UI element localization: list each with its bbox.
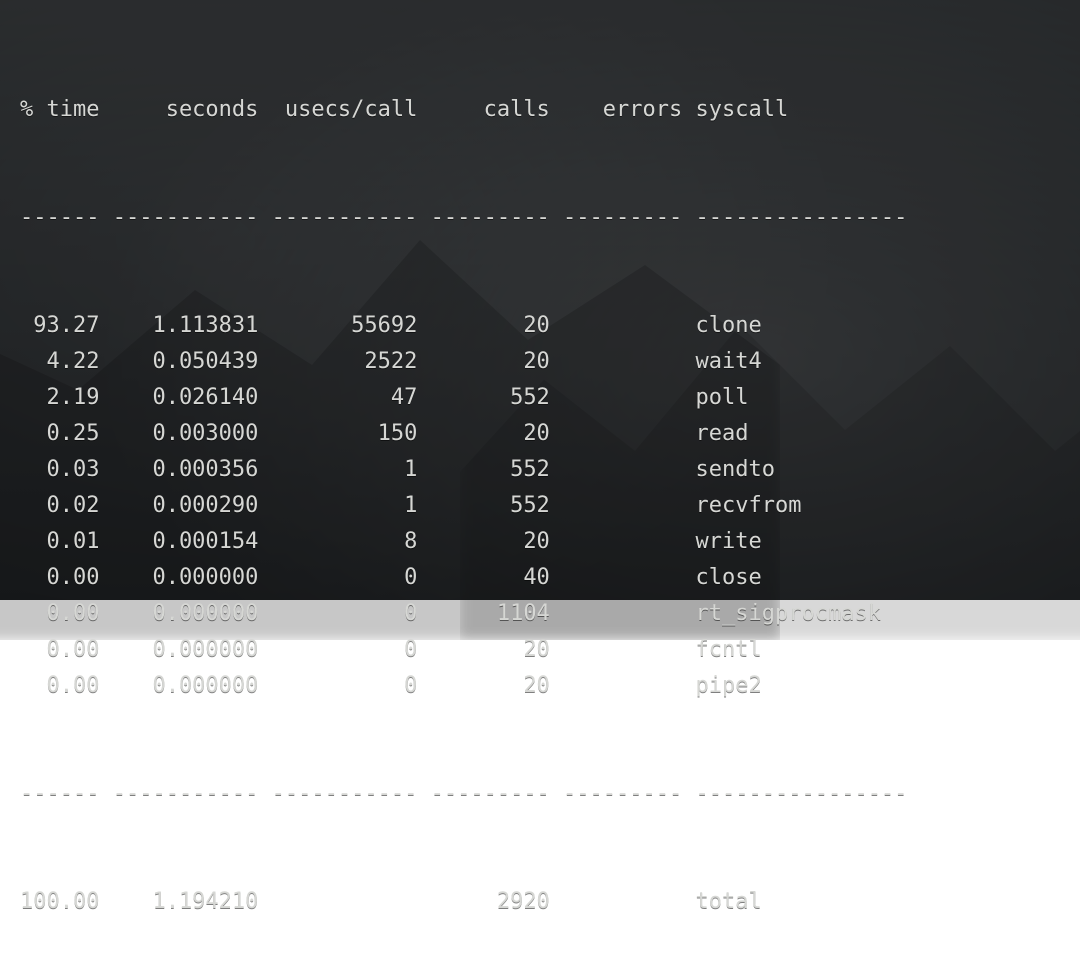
table-row: 0.00 0.000000 0 1104 rt_sigprocmask bbox=[20, 596, 1080, 632]
table-row: 93.27 1.113831 55692 20 clone bbox=[20, 308, 1080, 344]
table-rule-top: ------ ----------- ----------- ---------… bbox=[20, 200, 1080, 236]
table-row: 2.19 0.026140 47 552 poll bbox=[20, 380, 1080, 416]
table-row: 0.03 0.000356 1 552 sendto bbox=[20, 452, 1080, 488]
table-total-row: 100.00 1.194210 2920 total bbox=[20, 884, 1080, 920]
table-rule-bottom: ------ ----------- ----------- ---------… bbox=[20, 776, 1080, 812]
table-row: 0.02 0.000290 1 552 recvfrom bbox=[20, 488, 1080, 524]
table-row: 4.22 0.050439 2522 20 wait4 bbox=[20, 344, 1080, 380]
table-row: 0.00 0.000000 0 20 pipe2 bbox=[20, 668, 1080, 704]
table-row: 0.00 0.000000 0 40 close bbox=[20, 560, 1080, 596]
table-header-row: % time seconds usecs/call calls errors s… bbox=[20, 92, 1080, 128]
table-row: 0.00 0.000000 0 20 fcntl bbox=[20, 632, 1080, 668]
terminal-output: % time seconds usecs/call calls errors s… bbox=[0, 0, 1080, 600]
table-row: 0.01 0.000154 8 20 write bbox=[20, 524, 1080, 560]
table-row: 0.25 0.003000 150 20 read bbox=[20, 416, 1080, 452]
